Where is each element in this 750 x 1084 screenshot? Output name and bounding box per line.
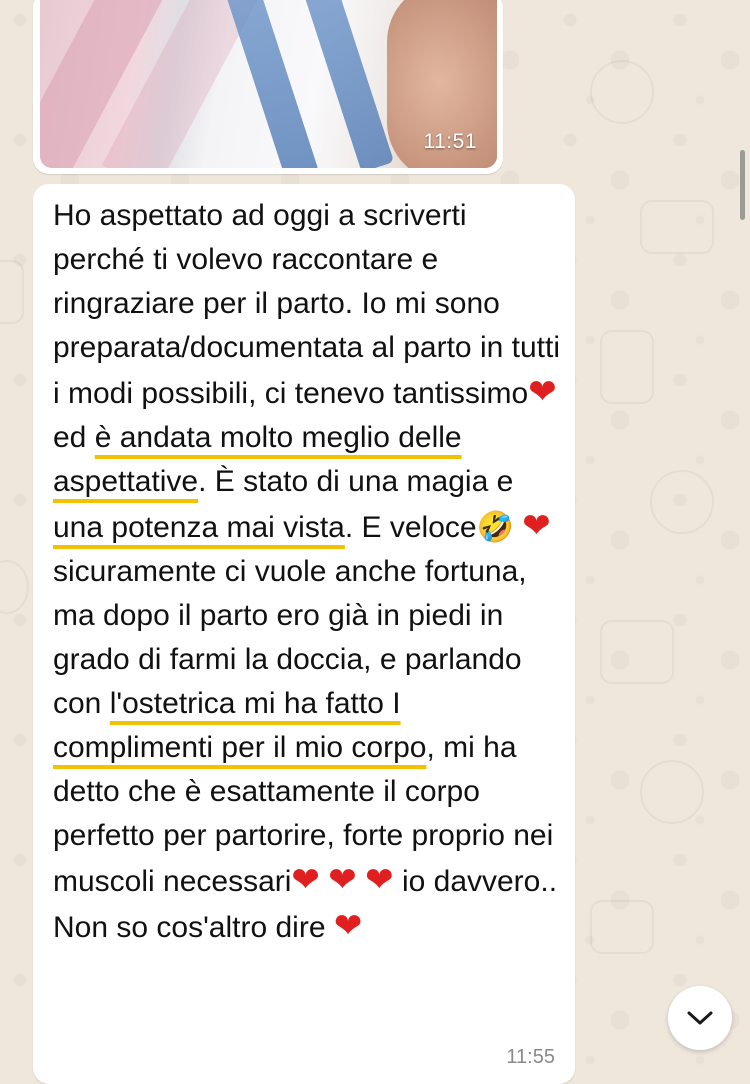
red-heart-emoji: ❤ bbox=[528, 372, 557, 412]
highlighted-phrase: l'ostetrica mi ha fatto I complimenti pe… bbox=[53, 687, 427, 764]
scroll-down-button[interactable] bbox=[668, 986, 732, 1050]
photo-fabric-blue bbox=[299, 0, 395, 168]
wallpaper-doodle bbox=[640, 760, 704, 824]
message-segment: . È stato di una magia e bbox=[198, 465, 514, 498]
wallpaper-doodle bbox=[600, 330, 654, 404]
message-segment: . E veloce bbox=[344, 511, 477, 544]
message-segment: Ho aspettato ad oggi a scriverti perché … bbox=[53, 199, 560, 410]
scroll-indicator[interactable] bbox=[740, 150, 745, 220]
wallpaper-doodle bbox=[0, 260, 24, 324]
photo-message-image[interactable]: 11:51 bbox=[40, 0, 497, 168]
wallpaper-doodle bbox=[590, 900, 654, 954]
highlighted-phrase: una potenza mai vista bbox=[53, 511, 345, 544]
red-heart-emoji: ❤ bbox=[365, 860, 394, 900]
red-heart-emoji: ❤ bbox=[291, 860, 320, 900]
wallpaper-doodle bbox=[640, 200, 714, 254]
message-segment: ed bbox=[53, 421, 95, 454]
red-heart-emoji: ❤ bbox=[328, 860, 357, 900]
photo-fabric-blue bbox=[224, 0, 320, 168]
wallpaper-doodle bbox=[650, 470, 714, 534]
photo-message-bubble[interactable]: 11:51 bbox=[33, 0, 503, 174]
red-heart-emoji: ❤ bbox=[522, 506, 551, 546]
chevron-down-icon bbox=[687, 1011, 713, 1025]
text-message-time: 11:55 bbox=[506, 1046, 555, 1068]
message-text: Ho aspettato ad oggi a scriverti perché … bbox=[53, 194, 563, 950]
red-heart-emoji: ❤ bbox=[333, 906, 363, 946]
wallpaper-doodle bbox=[600, 620, 674, 684]
text-message-bubble[interactable]: Ho aspettato ad oggi a scriverti perché … bbox=[33, 184, 575, 1084]
wallpaper-doodle bbox=[590, 60, 654, 124]
photo-message-time: 11:51 bbox=[423, 130, 477, 153]
wallpaper-doodle bbox=[0, 560, 29, 614]
laughing-emoji: 🤣 bbox=[476, 510, 514, 545]
